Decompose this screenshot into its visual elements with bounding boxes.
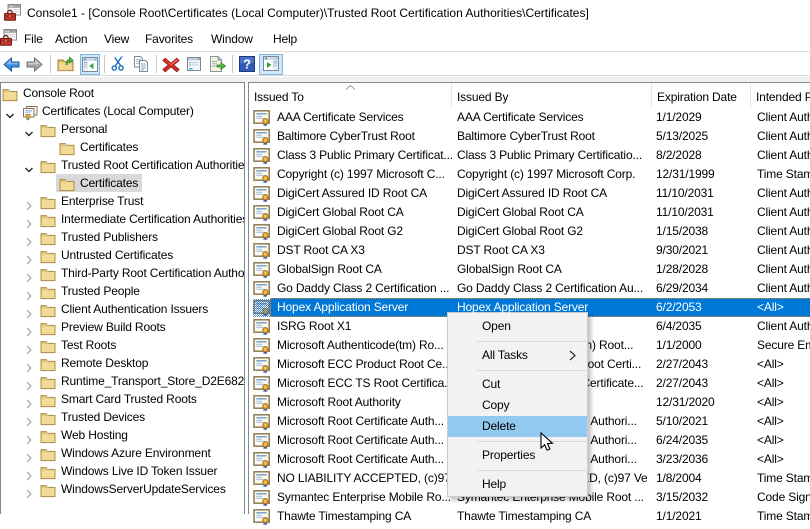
svg-text:?: ?: [243, 57, 251, 72]
